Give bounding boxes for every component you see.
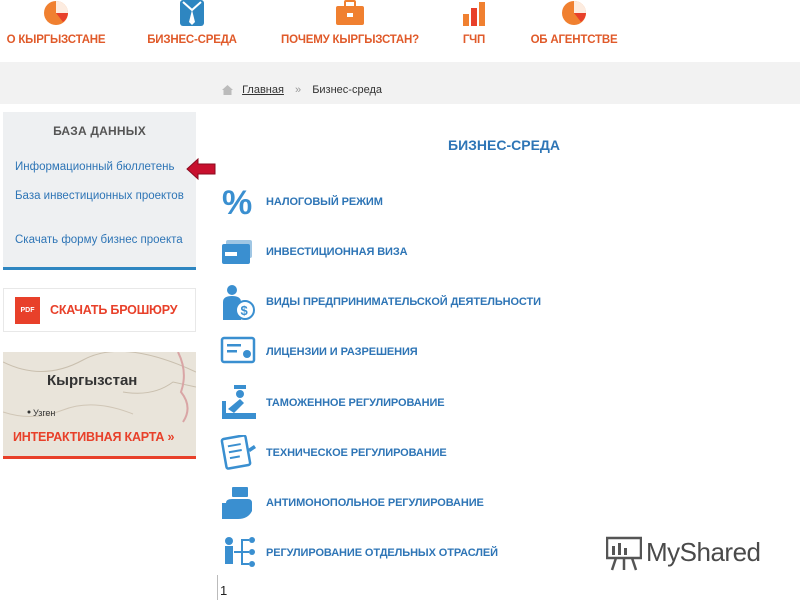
item-label: ВИДЫ ПРЕДПРИНИМАТЕЛЬСКОЙ ДЕЯТЕЛЬНОСТИ <box>266 296 541 308</box>
item-label: РЕГУЛИРОВАНИЕ ОТДЕЛЬНЫХ ОТРАСЛЕЙ <box>266 547 498 559</box>
interactive-map-label: ИНТЕРАКТИВНАЯ КАРТА » <box>13 430 175 444</box>
map-city-label: Узген <box>33 408 56 418</box>
breadcrumb-home-link[interactable]: Главная <box>242 84 284 96</box>
page-title: БИЗНЕС-СРЕДА <box>448 137 560 153</box>
shirt-tie-icon <box>180 0 204 26</box>
nav-item-ppp[interactable]: ГЧП <box>452 0 496 62</box>
database-title: БАЗА ДАННЫХ <box>53 124 146 138</box>
item-label: ТАМОЖЕННОЕ РЕГУЛИРОВАНИЕ <box>266 397 445 409</box>
svg-text:$: $ <box>241 303 249 318</box>
nav-item-business-environment[interactable]: БИЗНЕС-СРЕДА <box>140 0 244 62</box>
item-business-activities[interactable]: $ ВИДЫ ПРЕДПРИНИМАТЕЛЬСКОЙ ДЕЯТЕЛЬНОСТИ <box>220 284 620 320</box>
pie-chart-icon <box>44 1 68 25</box>
sidebar-link-investment-projects[interactable]: База инвестиционных проектов <box>15 189 193 204</box>
item-label: ЛИЦЕНЗИИ И РАЗРЕШЕНИЯ <box>266 346 418 358</box>
home-icon[interactable] <box>222 85 233 96</box>
sidebar-link-info-bulletin[interactable]: Информационный бюллетень <box>15 160 193 175</box>
nav-item-why-kyrgyzstan[interactable]: ПОЧЕМУ КЫРГЫЗСТАН? <box>276 0 424 62</box>
hand-money-icon <box>222 487 252 519</box>
nav-label: ПОЧЕМУ КЫРГЫЗСТАН? <box>281 34 419 46</box>
item-investment-visa[interactable]: ИНВЕСТИЦИОННАЯ ВИЗА <box>220 234 620 270</box>
item-label: ТЕХНИЧЕСКОЕ РЕГУЛИРОВАНИЕ <box>266 447 447 459</box>
red-arrow-icon <box>186 157 216 181</box>
breadcrumb: Главная » Бизнес-среда <box>222 84 382 96</box>
divider <box>217 575 218 600</box>
percent-icon: % <box>222 184 252 220</box>
nav-item-about-agency[interactable]: ОБ АГЕНТСТВЕ <box>528 0 620 62</box>
card-icon <box>222 240 252 264</box>
item-tax-regime[interactable]: % НАЛОГОВЫЙ РЕЖИМ <box>220 184 620 220</box>
nav-label: О КЫРГЫЗСТАНЕ <box>6 34 106 46</box>
watermark-text: MyShared <box>646 537 761 567</box>
breadcrumb-current: Бизнес-среда <box>312 84 382 96</box>
item-sector-regulation[interactable]: РЕГУЛИРОВАНИЕ ОТДЕЛЬНЫХ ОТРАСЛЕЙ <box>220 535 620 571</box>
org-chart-icon <box>225 537 255 567</box>
download-brochure-button[interactable]: PDF СКАЧАТЬ БРОШЮРУ <box>3 288 196 332</box>
map-country-label: Кыргызстан <box>47 372 138 389</box>
item-label: АНТИМОНОПОЛЬНОЕ РЕГУЛИРОВАНИЕ <box>266 497 484 509</box>
nav-label: ГЧП <box>462 34 486 46</box>
item-label: НАЛОГОВЫЙ РЕЖИМ <box>266 196 383 208</box>
interactive-map-banner[interactable]: Кыргызстан Узген ИНТЕРАКТИВНАЯ КАРТА » <box>3 352 196 459</box>
item-label: ИНВЕСТИЦИОННАЯ ВИЗА <box>266 246 408 258</box>
sidebar-link-download-form[interactable]: Скачать форму бизнес проекта <box>15 233 193 248</box>
svg-text:%: % <box>222 184 252 220</box>
customs-officer-icon <box>222 385 256 419</box>
nav-label: ОБ АГЕНТСТВЕ <box>530 34 618 46</box>
item-licenses-permits[interactable]: ЛИЦЕНЗИИ И РАЗРЕШЕНИЯ <box>220 334 620 370</box>
pdf-icon: PDF <box>15 297 40 324</box>
top-navigation: О КЫРГЫЗСТАНЕ БИЗНЕС-СРЕДА ПОЧЕМУ КЫРГЫЗ… <box>0 0 800 62</box>
projector-icon <box>606 536 642 571</box>
page-number: 1 <box>220 583 228 598</box>
item-customs-regulation[interactable]: ТАМОЖЕННОЕ РЕГУЛИРОВАНИЕ <box>220 385 620 421</box>
breadcrumb-band <box>0 62 800 104</box>
document-pencil-icon <box>220 435 256 470</box>
bar-chart-icon <box>463 2 485 26</box>
myshared-watermark: MyShared <box>606 534 766 574</box>
double-chevron-icon: » <box>295 84 302 96</box>
download-brochure-label: СКАЧАТЬ БРОШЮРУ <box>50 303 178 317</box>
pie-chart-icon <box>562 1 586 25</box>
database-panel: БАЗА ДАННЫХ Информационный бюллетень Баз… <box>3 112 196 270</box>
item-technical-regulation[interactable]: ТЕХНИЧЕСКОЕ РЕГУЛИРОВАНИЕ <box>220 435 620 471</box>
nav-label: БИЗНЕС-СРЕДА <box>147 34 237 46</box>
certificate-icon <box>220 336 256 364</box>
briefcase-icon <box>336 0 364 25</box>
businessman-dollar-icon: $ <box>223 285 255 320</box>
item-antimonopoly-regulation[interactable]: АНТИМОНОПОЛЬНОЕ РЕГУЛИРОВАНИЕ <box>220 485 620 521</box>
nav-item-about-kyrgyzstan[interactable]: О КЫРГЫЗСТАНЕ <box>0 0 112 62</box>
